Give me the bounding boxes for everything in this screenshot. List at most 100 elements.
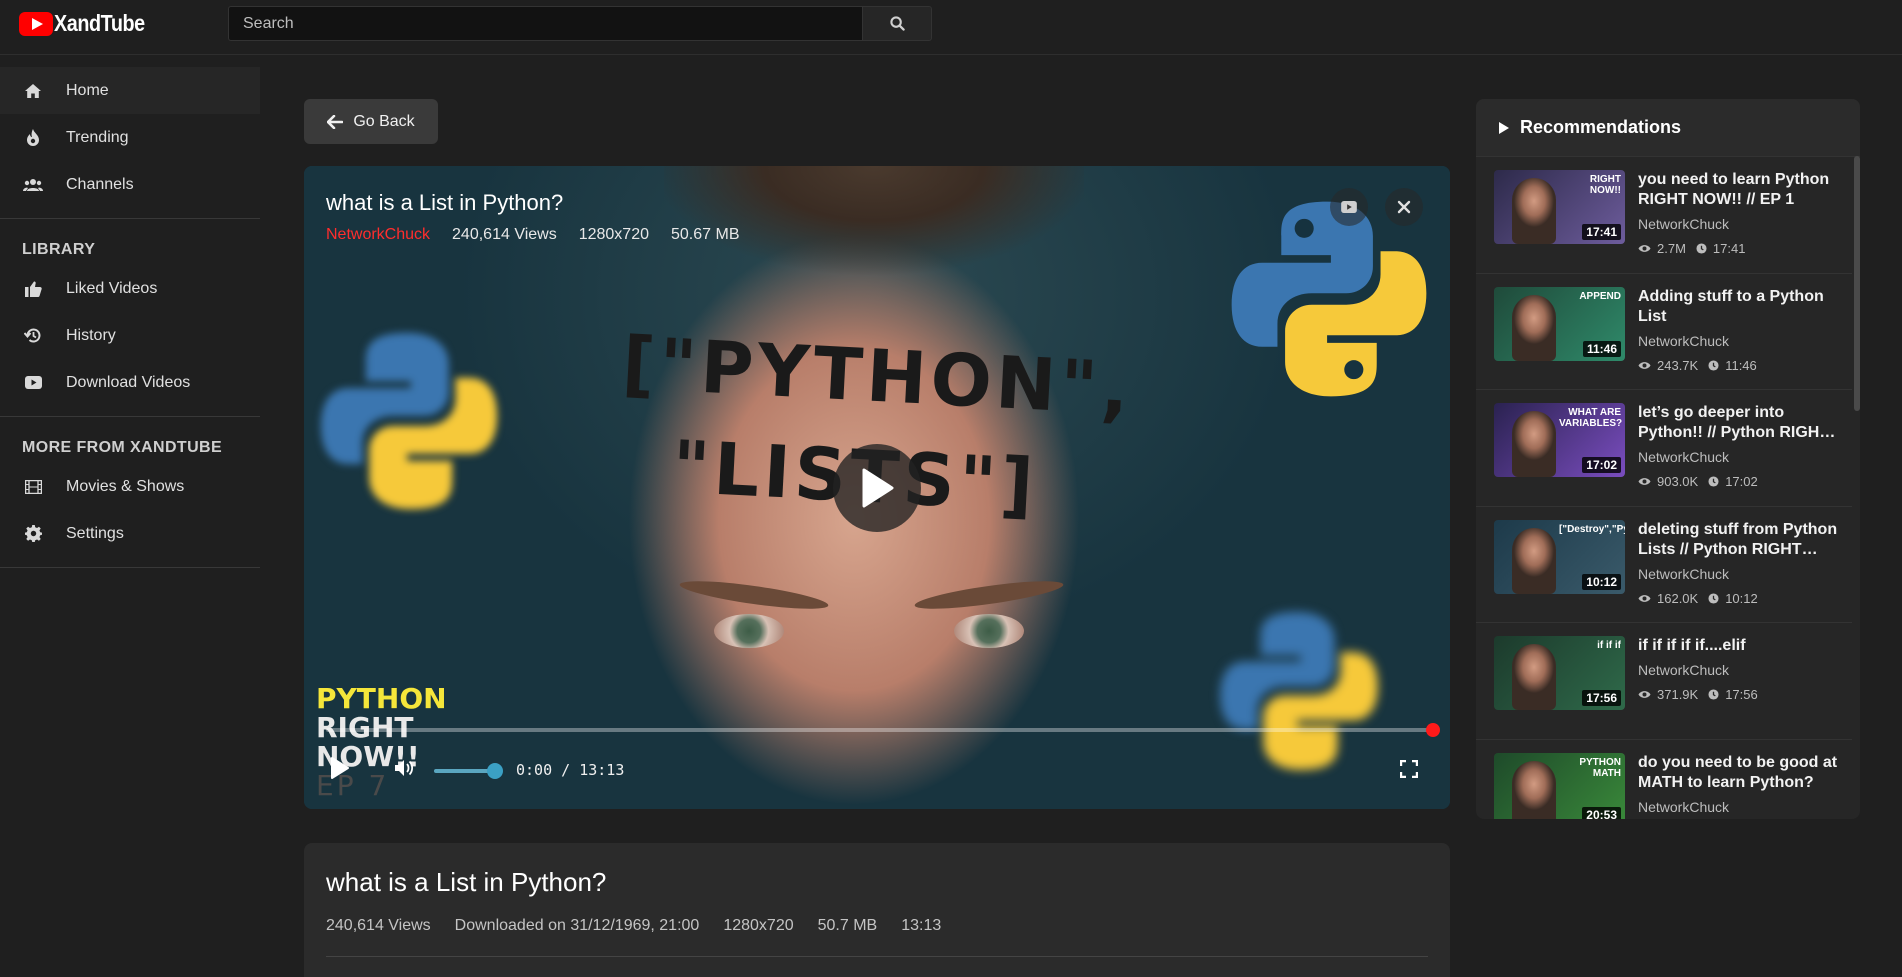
recommendation-thumbnail[interactable]: RIGHT NOW!! 17:41 bbox=[1494, 170, 1625, 244]
sidebar-item-label: Liked Videos bbox=[66, 279, 158, 297]
view-count: 240,614 Views bbox=[452, 226, 557, 243]
recommendation-title[interactable]: let’s go deeper into Python!! // Python … bbox=[1638, 403, 1843, 443]
recommendations-title: Recommendations bbox=[1520, 117, 1682, 137]
more-section-title: MORE FROM XANDTUBE bbox=[22, 439, 223, 456]
search-bar bbox=[228, 6, 932, 41]
python-logo-icon bbox=[1220, 612, 1378, 770]
recommendation-views: 2.7M bbox=[1657, 241, 1686, 256]
recommendation-stats: 162.0K 10:12 bbox=[1638, 591, 1758, 606]
sidebar-item-history[interactable]: History bbox=[0, 312, 260, 359]
recommendation-thumbnail[interactable]: APPEND 11:46 bbox=[1494, 286, 1625, 361]
progress-bar[interactable] bbox=[326, 723, 1440, 737]
youtube-link-button[interactable] bbox=[1330, 188, 1368, 226]
fire-icon bbox=[22, 127, 44, 149]
sidebar-item-movies-shows[interactable]: Movies & Shows bbox=[0, 463, 260, 510]
recommendation-thumbnail[interactable]: if if if 17:56 bbox=[1494, 636, 1625, 710]
recommendations-scrollbar[interactable] bbox=[1854, 156, 1860, 411]
sidebar-item-settings[interactable]: Settings bbox=[0, 510, 260, 557]
close-icon bbox=[1397, 200, 1411, 214]
search-button[interactable] bbox=[862, 6, 932, 41]
app-name: XandTube bbox=[54, 10, 145, 36]
recommendation-thumbnail[interactable]: WHAT ARE VARIABLES? 17:02 bbox=[1494, 403, 1625, 477]
thumbnail-hair bbox=[664, 166, 1084, 326]
recommendation-channel[interactable]: NetworkChuck bbox=[1638, 333, 1729, 349]
home-icon bbox=[22, 80, 44, 102]
go-back-button[interactable]: Go Back bbox=[304, 99, 438, 144]
play-button-large[interactable] bbox=[833, 444, 921, 532]
recommendations-list[interactable]: RIGHT NOW!! 17:41 you need to learn Python… bbox=[1476, 157, 1852, 819]
search-icon bbox=[889, 16, 905, 31]
youtube-icon bbox=[22, 372, 44, 394]
volume-knob[interactable] bbox=[487, 763, 503, 779]
recommendation-channel[interactable]: NetworkChuck bbox=[1638, 799, 1729, 815]
recommendation-title[interactable]: Adding stuff to a Python List bbox=[1638, 287, 1843, 327]
history-icon bbox=[22, 325, 44, 347]
video-player[interactable]: ["PYTHON", "LISTS"] PYTHON RIGHT NOW!! E… bbox=[304, 166, 1450, 809]
fullscreen-button[interactable] bbox=[1400, 760, 1418, 778]
play-toggle-button[interactable] bbox=[330, 756, 350, 780]
recommendation-title[interactable]: deleting stuff from Python Lists // Pyth… bbox=[1638, 520, 1843, 560]
recommendation-thumbnail[interactable]: PYTHON MATH 20:53 bbox=[1494, 752, 1625, 819]
recommendation-channel[interactable]: NetworkChuck bbox=[1638, 566, 1729, 582]
thumbs-up-icon bbox=[22, 278, 44, 300]
recommendation-item[interactable]: PYTHON MATH 20:53 do you need to be good a… bbox=[1476, 740, 1852, 819]
recommendation-item[interactable]: if if if 17:56 if if if if if....elif Netwo… bbox=[1476, 623, 1852, 740]
channel-link[interactable]: NetworkChuck bbox=[326, 226, 430, 244]
sidebar-item-label: Settings bbox=[66, 524, 124, 542]
recommendation-channel[interactable]: NetworkChuck bbox=[1638, 216, 1729, 232]
sidebar-item-label: Channels bbox=[66, 175, 134, 193]
recommendation-item[interactable]: ["Destroy","Python" 10:12 deleting stuff f… bbox=[1476, 507, 1852, 623]
sidebar-item-channels[interactable]: Channels bbox=[0, 161, 260, 208]
sidebar-divider bbox=[0, 567, 260, 568]
thumbnail-person bbox=[1512, 294, 1556, 361]
file-size: 50.7 MB bbox=[817, 917, 878, 934]
sidebar: Home Trending Channels LIBRARY Liked Vid… bbox=[0, 56, 260, 977]
recommendation-stats: 243.7K 11:46 bbox=[1638, 358, 1757, 373]
eye-icon bbox=[1638, 245, 1651, 252]
recommendation-item[interactable]: WHAT ARE VARIABLES? 17:02 let’s go deeper … bbox=[1476, 390, 1852, 507]
duration-badge: 10:12 bbox=[1582, 573, 1621, 590]
sidebar-item-label: Trending bbox=[66, 128, 129, 146]
sidebar-item-download-videos[interactable]: Download Videos bbox=[0, 359, 260, 406]
recommendation-item[interactable]: RIGHT NOW!! 17:41 you need to learn Python… bbox=[1476, 157, 1852, 274]
episode-badge: PYTHON RIGHT NOW!! EP 7 bbox=[316, 684, 447, 800]
recommendation-channel[interactable]: NetworkChuck bbox=[1638, 449, 1729, 465]
sidebar-item-label: Movies & Shows bbox=[66, 477, 185, 495]
resolution: 1280x720 bbox=[578, 226, 649, 243]
thumbnail-person bbox=[1512, 644, 1556, 710]
eye-icon bbox=[1638, 478, 1651, 485]
recommendation-duration: 17:41 bbox=[1712, 241, 1746, 256]
recommendation-item[interactable]: APPEND 11:46 Adding stuff to a Python List… bbox=[1476, 274, 1852, 390]
close-button[interactable] bbox=[1385, 188, 1423, 226]
player-meta: NetworkChuck 240,614 Views 1280x720 50.6… bbox=[326, 226, 739, 244]
duration-badge: 17:41 bbox=[1582, 224, 1621, 240]
clock-icon bbox=[1708, 592, 1719, 604]
sidebar-item-home[interactable]: Home bbox=[0, 67, 260, 114]
app-logo[interactable]: XandTube bbox=[19, 10, 159, 37]
clock-icon bbox=[1696, 243, 1707, 254]
sidebar-item-trending[interactable]: Trending bbox=[0, 114, 260, 161]
recommendation-duration: 10:12 bbox=[1725, 590, 1758, 606]
recommendation-duration: 17:02 bbox=[1725, 474, 1758, 489]
badge-line: PYTHON bbox=[316, 682, 447, 715]
volume-slider[interactable] bbox=[434, 769, 494, 773]
play-icon bbox=[331, 757, 349, 779]
recommendation-title[interactable]: do you need to be good at MATH to learn … bbox=[1638, 753, 1843, 793]
mute-button[interactable] bbox=[394, 759, 414, 777]
search-input[interactable] bbox=[228, 6, 862, 41]
recommendation-views: 903.0K bbox=[1657, 474, 1699, 489]
info-divider bbox=[326, 956, 1428, 957]
duration-badge: 17:56 bbox=[1582, 690, 1621, 706]
recommendation-views: 243.7K bbox=[1657, 357, 1699, 373]
recommendation-thumbnail[interactable]: ["Destroy","Python" 10:12 bbox=[1494, 519, 1625, 594]
resolution: 1280x720 bbox=[723, 917, 794, 934]
recommendation-channel[interactable]: NetworkChuck bbox=[1638, 662, 1729, 678]
recommendation-stats: 2.7M 17:41 bbox=[1638, 241, 1745, 256]
recommendation-title[interactable]: if if if if if....elif bbox=[1638, 636, 1843, 656]
video-info-card: what is a List in Python? 240,614 Views … bbox=[304, 843, 1450, 977]
recommendation-title[interactable]: you need to learn Python RIGHT NOW!! // … bbox=[1638, 170, 1843, 210]
progress-knob[interactable] bbox=[1426, 723, 1440, 737]
eye-icon bbox=[1638, 691, 1651, 698]
sidebar-item-liked-videos[interactable]: Liked Videos bbox=[0, 265, 260, 312]
sidebar-item-label: Home bbox=[66, 81, 109, 99]
